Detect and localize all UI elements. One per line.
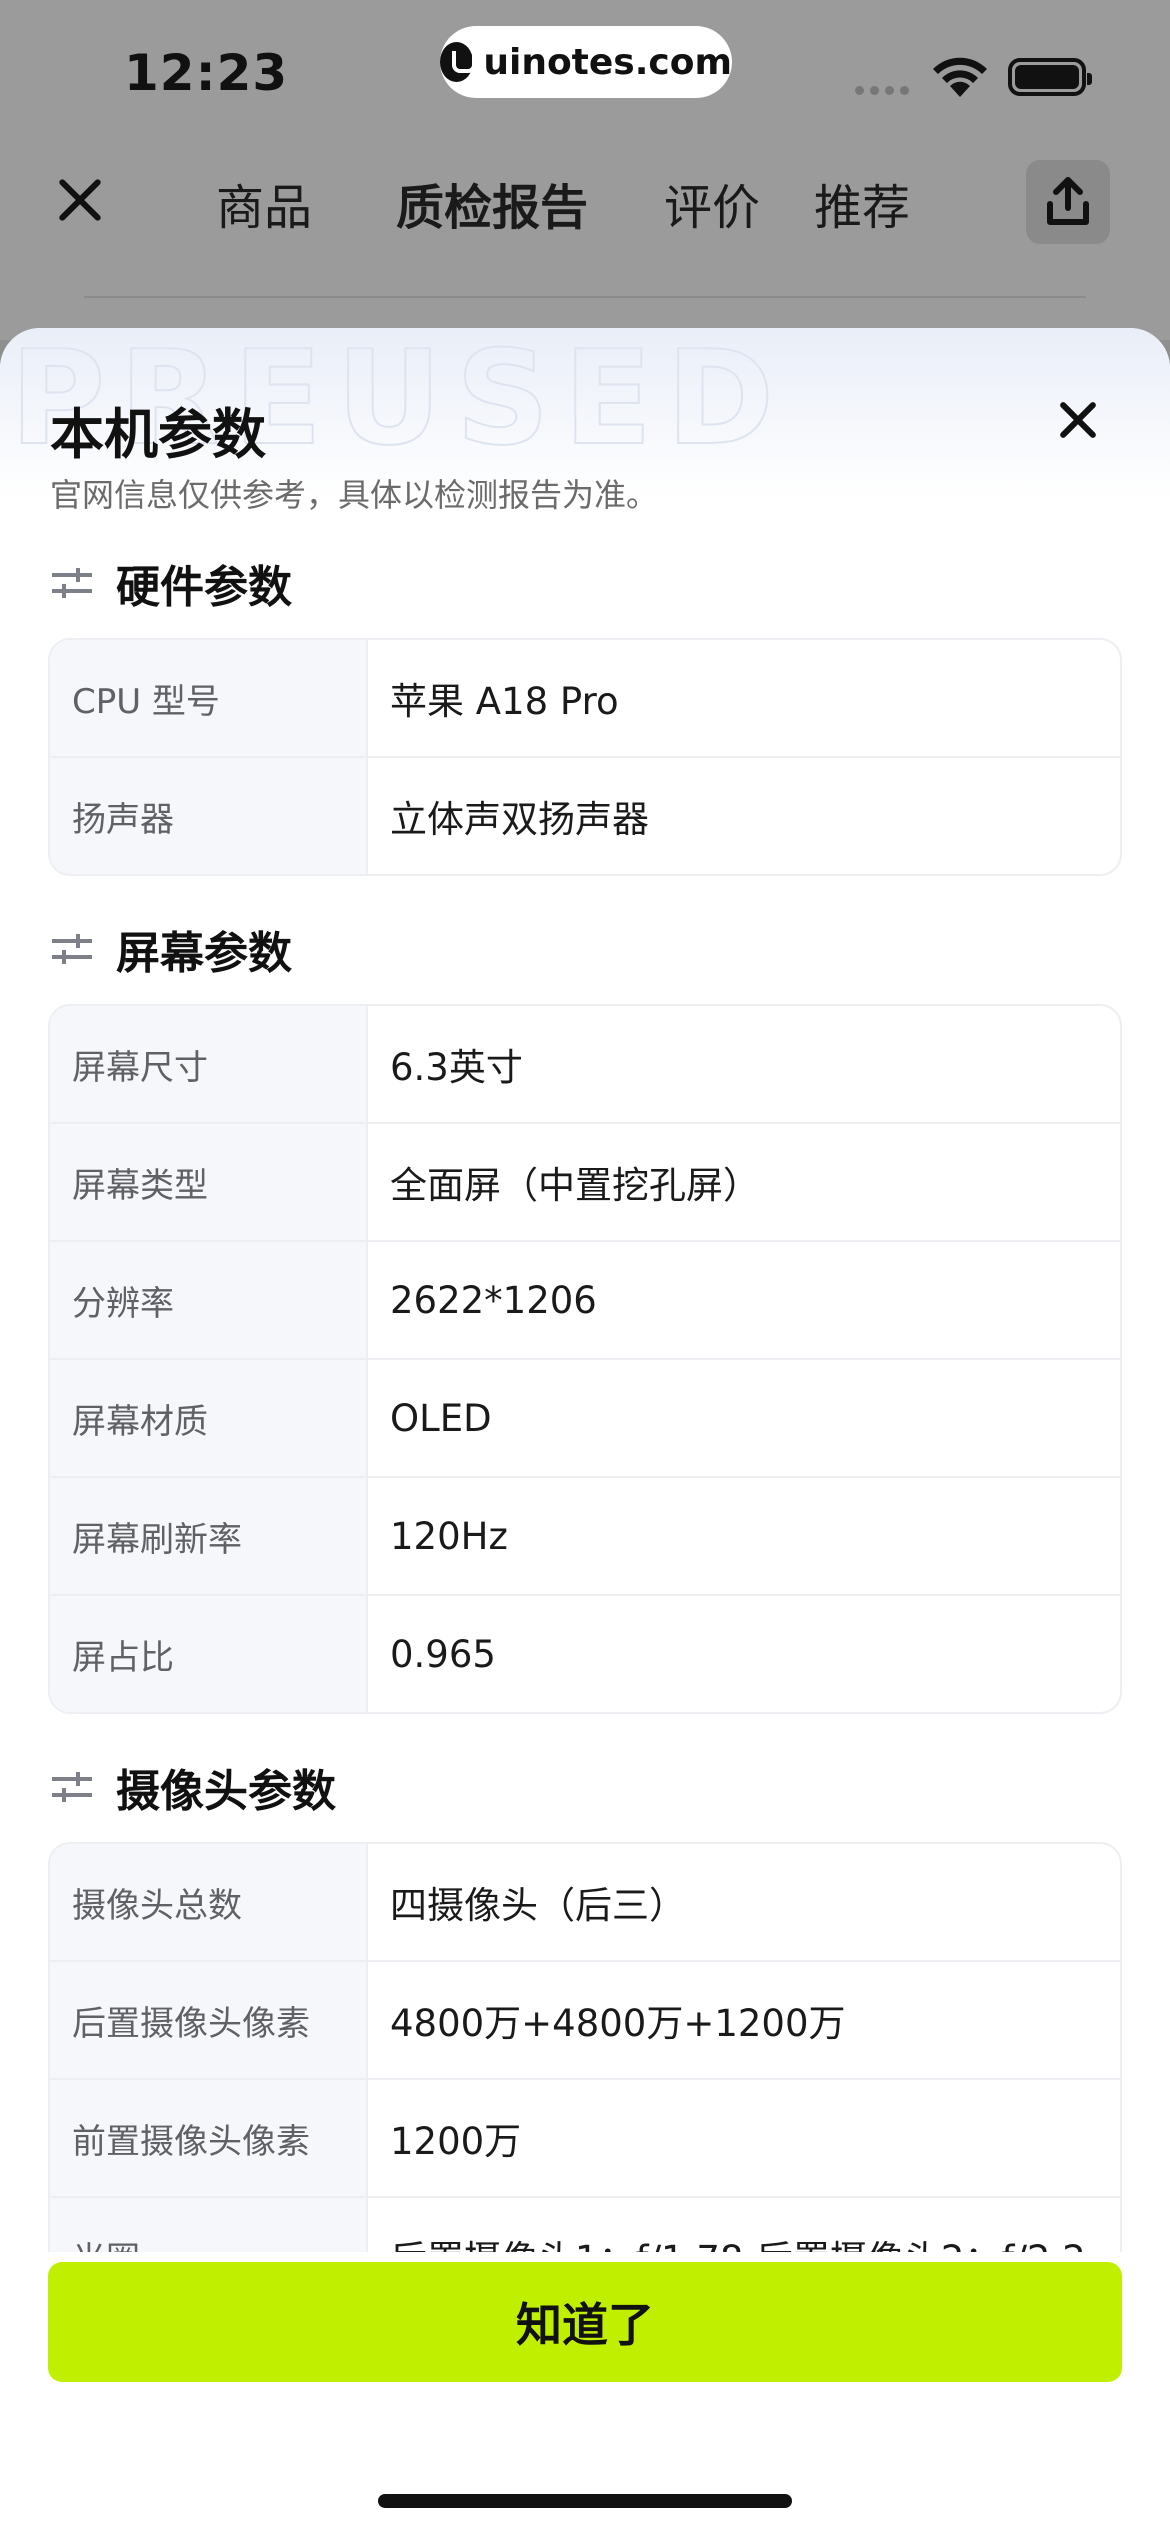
param-key: 屏幕材质 [50,1360,368,1476]
param-value: 四摄像头（后三） [390,1884,686,1927]
table-row: 屏占比 0.965 [50,1594,1120,1712]
table-row: 屏幕材质 OLED [50,1358,1120,1476]
wifi-icon [933,57,987,97]
sliders-icon [52,1772,92,1802]
sheet-close-icon[interactable] [1058,400,1098,440]
param-key: 屏幕尺寸 [50,1006,368,1122]
table-row: 屏幕类型 全面屏（中置挖孔屏） [50,1122,1120,1240]
watermark-logo-icon [440,42,477,82]
cellular-signal-icon [855,86,909,95]
table-row: CPU 型号 苹果 A18 Pro [50,640,1120,756]
param-value: 1200万 [390,2120,522,2163]
parameter-table: 摄像头总数 四摄像头（后三） 后置摄像头像素 4800万+4800万+1200万 前… [48,1842,1122,2252]
parameter-table: 屏幕尺寸 6.3英寸 屏幕类型 全面屏（中置挖孔屏） 分辨率 2622*1206 屏幕… [48,1004,1122,1714]
param-key: 扬声器 [50,758,368,874]
param-key: 光圈 [50,2198,368,2252]
divider [84,296,1086,298]
share-icon [1047,177,1089,225]
section-title: 摄像头参数 [116,1766,336,1817]
section-title: 硬件参数 [116,562,292,613]
section-header-screen: 屏幕参数 [50,894,1120,1004]
sheet-subtitle: 官网信息仅供参考，具体以检测报告为准。 [50,476,659,514]
table-row: 分辨率 2622*1206 [50,1240,1120,1358]
tab-reviews[interactable]: 评价 [664,168,760,238]
status-time: 12:23 [124,44,289,102]
table-row: 扬声器 立体声双扬声器 [50,756,1120,874]
watermark-badge: uinotes.com [440,26,732,98]
section-header-camera: 摄像头参数 [50,1732,1120,1842]
section-title: 屏幕参数 [116,928,292,979]
param-key: 屏幕类型 [50,1124,368,1240]
tab-inspection-report[interactable]: 质检报告 [392,168,589,246]
param-value: 120Hz [390,1514,508,1558]
watermark-text: uinotes.com [483,41,732,83]
parameters-sheet: PREUSED 本机参数 官网信息仅供参考，具体以检测报告为准。 硬件参数 CP… [0,328,1170,2532]
sliders-icon [52,934,92,964]
status-bar: 12:23 uinotes.com [0,0,1170,140]
param-value: 立体声双扬声器 [390,798,649,841]
sliders-icon [52,568,92,598]
sheet-title: 本机参数 [50,403,266,466]
table-row: 后置摄像头像素 4800万+4800万+1200万 [50,1960,1120,2078]
param-value: 苹果 A18 Pro [390,680,619,723]
battery-icon [1008,58,1092,96]
parameter-table: CPU 型号 苹果 A18 Pro 扬声器 立体声双扬声器 [48,638,1122,876]
param-key: 分辨率 [50,1242,368,1358]
param-key: 摄像头总数 [50,1844,368,1960]
param-value: 4800万+4800万+1200万 [390,2002,846,2045]
confirm-button[interactable]: 知道了 [48,2262,1122,2382]
param-key: 前置摄像头像素 [50,2080,368,2196]
home-indicator [378,2494,792,2508]
section-header-hardware: 硬件参数 [50,528,1120,638]
tab-recommend[interactable]: 推荐 [814,168,910,238]
table-row: 屏幕尺寸 6.3英寸 [50,1006,1120,1122]
share-button[interactable] [1026,160,1110,244]
param-key: 后置摄像头像素 [50,1962,368,2078]
param-value: 0.965 [390,1632,496,1676]
param-value: 全面屏（中置挖孔屏） [390,1164,760,1207]
param-key: 屏幕刷新率 [50,1478,368,1594]
table-row: 摄像头总数 四摄像头（后三） [50,1844,1120,1960]
param-value: 2622*1206 [390,1278,597,1322]
table-row: 前置摄像头像素 1200万 [50,2078,1120,2196]
table-row: 屏幕刷新率 120Hz [50,1476,1120,1594]
tab-inspection-report-label: 质检报告 [396,180,589,236]
param-key: CPU 型号 [50,640,368,756]
background-page: 12:23 uinotes.com 商品 质检报告 评价 推荐 [0,0,1170,340]
param-value: 6.3英寸 [390,1046,523,1089]
top-navigation: 商品 质检报告 评价 推荐 [0,150,1170,260]
parameters-scroll-area[interactable]: 硬件参数 CPU 型号 苹果 A18 Pro 扬声器 立体声双扬声器 屏幕参数 屏幕… [0,528,1170,2252]
param-key: 屏占比 [50,1596,368,1712]
tab-product[interactable]: 商品 [216,168,312,238]
param-value: OLED [390,1396,492,1440]
table-row: 光圈后置摄像头1：f/1.78;后置摄像头2：f/2.2 [50,2196,1120,2252]
param-value: 后置摄像头1：f/1.78;后置摄像头2：f/2.2 [368,2198,1120,2252]
close-icon[interactable] [56,176,104,224]
